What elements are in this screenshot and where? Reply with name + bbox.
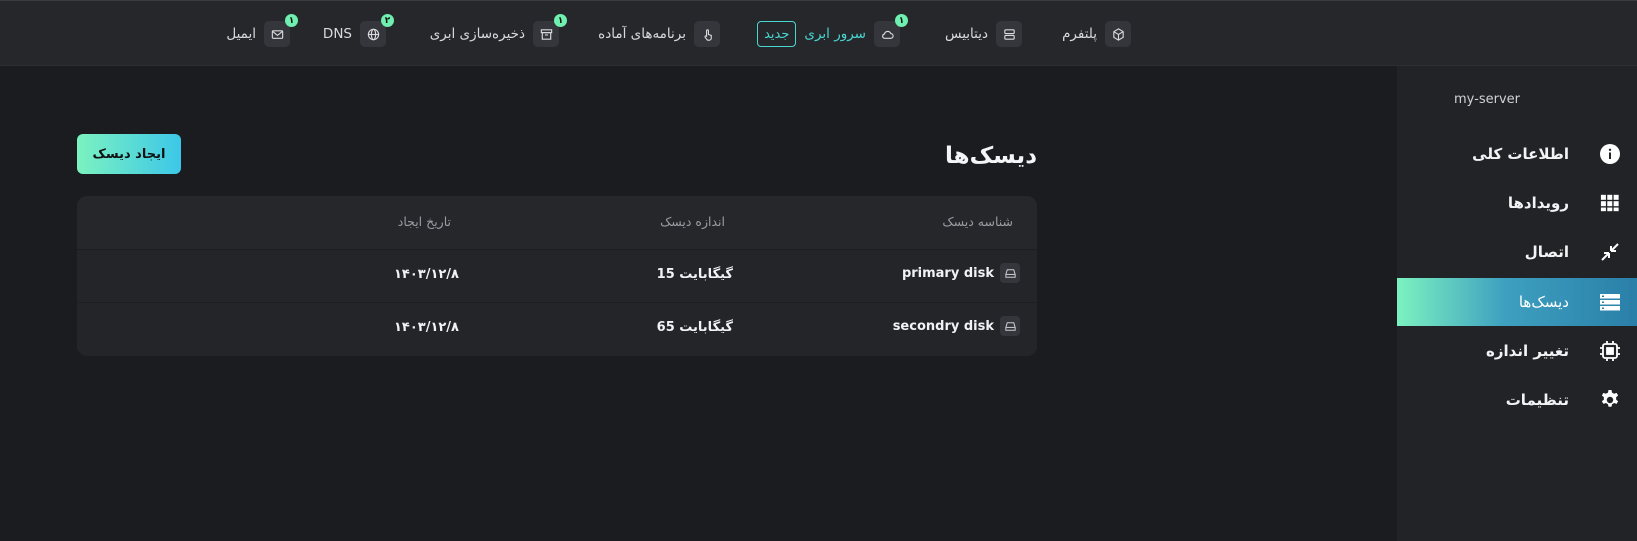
- disk-id-cell: secondry disk: [893, 316, 1020, 336]
- nav-item-email[interactable]: ۱ ایمیل: [226, 14, 298, 47]
- nav-label: پلتفرم: [1062, 26, 1097, 42]
- page-title: دیسک‌ها: [945, 143, 1037, 169]
- cloud-icon: ۱: [874, 14, 908, 47]
- nav-label: ایمیل: [226, 26, 256, 42]
- database-icon: [996, 21, 1022, 47]
- chip-icon: [1599, 340, 1621, 362]
- badge: ۱: [895, 14, 908, 27]
- mail-icon: ۱: [264, 14, 298, 47]
- globe-icon: ۲: [360, 14, 394, 47]
- nav-item-cloud-storage[interactable]: ۱ ذخیره‌سازی ابری: [429, 14, 567, 47]
- sidebar-item-connection[interactable]: اتصال: [1397, 228, 1637, 276]
- nav-item-database[interactable]: دیتابیس: [945, 21, 1022, 47]
- nav-label: سرور ابری: [804, 26, 866, 42]
- sidebar-item-overview[interactable]: اطلاعات کلی: [1397, 130, 1637, 178]
- top-navigation: پلتفرم دیتابیس ۱ سرور ابری جدید برنامه‌ه…: [0, 0, 1637, 66]
- table-row[interactable]: secondry disk 65 گیگابایت ۱۴۰۳/۱۲/۸: [77, 303, 1037, 356]
- sidebar: my-server اطلاعات کلی رویدادها اتصال دیس…: [1397, 66, 1637, 541]
- disks-table: شناسه دیسک اندازه دیسک تاریخ ایجاد prima…: [77, 196, 1037, 356]
- nav-label: DNS: [322, 26, 352, 42]
- disks-icon: [1599, 291, 1621, 313]
- nav-label: برنامه‌های آماده: [598, 26, 686, 42]
- nav-item-dns[interactable]: ۲ DNS: [322, 14, 394, 47]
- disk-size: 15 گیگابایت: [656, 267, 733, 282]
- new-tag: جدید: [757, 21, 797, 47]
- badge: ۲: [381, 14, 394, 27]
- disk-id-cell: primary disk: [902, 263, 1020, 283]
- column-header-id: شناسه دیسک: [942, 214, 1013, 229]
- badge: ۱: [554, 14, 567, 27]
- sidebar-item-label: اطلاعات کلی: [1472, 145, 1569, 163]
- archive-icon: ۱: [533, 14, 567, 47]
- touch-icon: [694, 21, 720, 47]
- sidebar-item-disks[interactable]: دیسک‌ها: [1397, 278, 1637, 326]
- sidebar-item-settings[interactable]: تنظیمات: [1397, 376, 1637, 424]
- nav-label: ذخیره‌سازی ابری: [429, 26, 525, 42]
- sidebar-item-resize[interactable]: تغییر اندازه: [1397, 327, 1637, 375]
- table-row[interactable]: primary disk 15 گیگابایت ۱۴۰۳/۱۲/۸: [77, 250, 1037, 303]
- sidebar-item-label: تغییر اندازه: [1486, 342, 1569, 360]
- connect-icon: [1599, 241, 1621, 263]
- disk-created: ۱۴۰۳/۱۲/۸: [393, 267, 459, 282]
- grid-icon: [1599, 192, 1621, 214]
- sidebar-item-label: تنظیمات: [1505, 391, 1569, 409]
- server-name: my-server: [1454, 92, 1520, 107]
- disk-id: secondry disk: [892, 318, 994, 334]
- disk-size: 65 گیگابایت: [656, 320, 733, 335]
- sidebar-item-label: رویدادها: [1507, 194, 1569, 212]
- sidebar-item-events[interactable]: رویدادها: [1397, 179, 1637, 227]
- column-header-created: تاریخ ایجاد: [397, 214, 451, 229]
- sidebar-item-label: اتصال: [1524, 243, 1569, 261]
- sidebar-item-label: دیسک‌ها: [1518, 293, 1569, 311]
- hard-drive-icon: [1000, 263, 1020, 283]
- hard-drive-icon: [1000, 316, 1020, 336]
- nav-label: دیتابیس: [945, 26, 988, 42]
- nav-item-cloud-server[interactable]: ۱ سرور ابری جدید: [757, 14, 908, 47]
- nav-item-ready-apps[interactable]: برنامه‌های آماده: [598, 21, 720, 47]
- badge: ۱: [285, 14, 298, 27]
- disk-id: primary disk: [901, 265, 994, 281]
- column-header-size: اندازه دیسک: [660, 214, 725, 229]
- cube-icon: [1105, 21, 1131, 47]
- table-header: شناسه دیسک اندازه دیسک تاریخ ایجاد: [77, 196, 1037, 250]
- create-disk-button[interactable]: ایجاد دیسک: [77, 134, 181, 174]
- nav-item-platform[interactable]: پلتفرم: [1062, 21, 1131, 47]
- disk-created: ۱۴۰۳/۱۲/۸: [393, 320, 459, 335]
- gear-icon: [1599, 389, 1621, 411]
- info-icon: [1599, 143, 1621, 165]
